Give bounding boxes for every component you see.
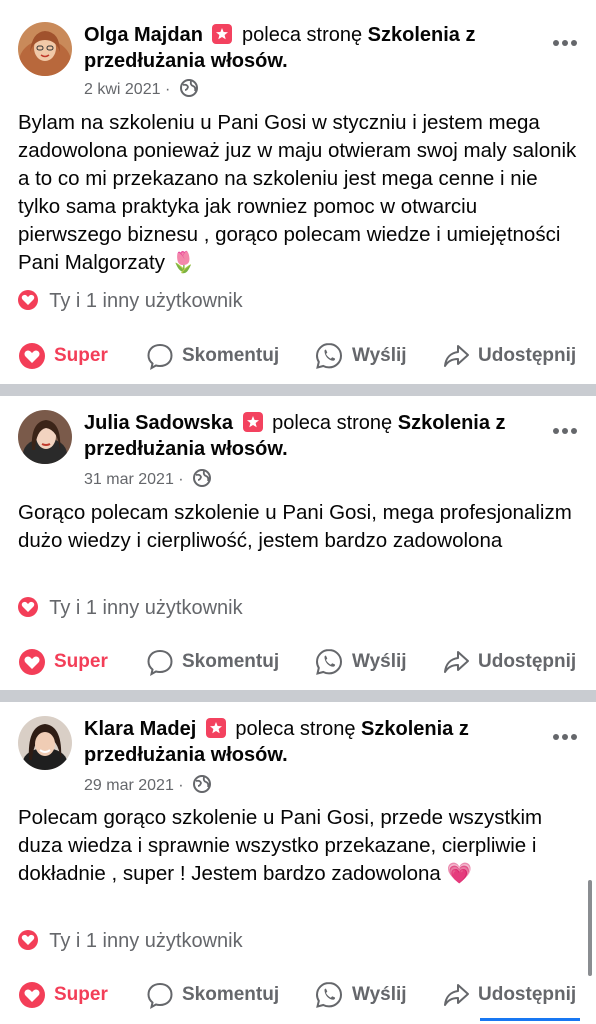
scrollbar[interactable] (588, 880, 592, 976)
reactions-summary[interactable]: Ty i 1 inny użytkownik (18, 596, 243, 620)
recommend-star-icon (242, 412, 263, 432)
super-label: Super (54, 651, 108, 672)
more-options-icon[interactable] (552, 728, 578, 740)
author-name[interactable]: Klara Madej (84, 718, 196, 740)
comment-button[interactable]: Skomentuj (146, 642, 279, 682)
send-button[interactable]: Wyślij (314, 975, 407, 1015)
heart-icon (18, 930, 38, 950)
comment-label: Skomentuj (182, 651, 280, 672)
post-card: Klara Madej poleca stronę Szkolenia z pr… (0, 702, 596, 1024)
globe-icon (179, 78, 199, 104)
comment-label: Skomentuj (182, 984, 280, 1005)
send-label: Wyślij (352, 984, 407, 1005)
comment-label: Skomentuj (182, 345, 280, 366)
super-button[interactable]: Super (18, 975, 108, 1015)
heart-icon (18, 597, 38, 617)
recommend-star-icon (212, 24, 233, 44)
post-header: Olga Majdan poleca stronę Szkolenia z pr… (84, 22, 524, 74)
globe-icon (192, 468, 212, 494)
post-divider (0, 384, 596, 396)
share-label: Udostępnij (478, 345, 577, 366)
globe-icon (192, 774, 212, 800)
post-card: Olga Majdan poleca stronę Szkolenia z pr… (0, 0, 596, 384)
author-name[interactable]: Julia Sadowska (84, 412, 233, 434)
post-header: Klara Madej poleca stronę Szkolenia z pr… (84, 716, 524, 768)
post-text-content: Bylam na szkoleniu u Pani Gosi w styczni… (18, 111, 577, 274)
tulip-emoji: 🌷 (170, 251, 197, 274)
send-label: Wyślij (352, 651, 407, 672)
reactions-summary[interactable]: Ty i 1 inny użytkownik (18, 929, 243, 953)
action-bar: Super Skomentuj Wyślij Udostępnij (0, 642, 596, 682)
post-date[interactable]: 31 mar 2021 · (84, 471, 184, 488)
reactions-label: Ty i 1 inny użytkownik (49, 597, 243, 619)
post-divider (0, 690, 596, 702)
avatar[interactable] (18, 22, 72, 76)
post-meta: 31 mar 2021 · (84, 468, 212, 494)
share-button[interactable]: Udostępnij (442, 975, 576, 1015)
super-label: Super (54, 345, 108, 366)
action-bar: Super Skomentuj Wyślij Udostępnij (0, 975, 596, 1015)
super-label: Super (54, 984, 108, 1005)
active-indicator (480, 1018, 580, 1021)
heart-emoji: 💗 (446, 862, 473, 885)
super-button[interactable]: Super (18, 336, 108, 376)
reactions-label: Ty i 1 inny użytkownik (49, 930, 243, 952)
share-button[interactable]: Udostępnij (442, 336, 576, 376)
post-date[interactable]: 29 mar 2021 · (84, 777, 184, 794)
post-date[interactable]: 2 kwi 2021 · (84, 81, 170, 98)
post-header: Julia Sadowska poleca stronę Szkolenia z… (84, 410, 524, 462)
post-card: Julia Sadowska poleca stronę Szkolenia z… (0, 396, 596, 690)
recommend-verb: poleca stronę (242, 24, 363, 46)
author-name[interactable]: Olga Majdan (84, 24, 203, 46)
more-options-icon[interactable] (552, 422, 578, 434)
super-button[interactable]: Super (18, 642, 108, 682)
send-button[interactable]: Wyślij (314, 336, 407, 376)
send-button[interactable]: Wyślij (314, 642, 407, 682)
comment-button[interactable]: Skomentuj (146, 975, 279, 1015)
action-bar: Super Skomentuj Wyślij Udostępnij (0, 336, 596, 376)
avatar[interactable] (18, 410, 72, 464)
send-label: Wyślij (352, 345, 407, 366)
post-text-content: Gorąco polecam szkolenie u Pani Gosi, me… (18, 501, 572, 552)
post-text: Bylam na szkoleniu u Pani Gosi w styczni… (18, 109, 578, 277)
avatar[interactable] (18, 716, 72, 770)
share-button[interactable]: Udostępnij (442, 642, 576, 682)
reactions-summary[interactable]: Ty i 1 inny użytkownik (18, 289, 243, 313)
share-label: Udostępnij (478, 984, 577, 1005)
recommend-verb: poleca stronę (272, 412, 393, 434)
heart-icon (18, 290, 38, 310)
post-text: Polecam gorąco szkolenie u Pani Gosi, pr… (18, 804, 578, 888)
comment-button[interactable]: Skomentuj (146, 336, 279, 376)
recommend-verb: poleca stronę (235, 718, 356, 740)
reactions-label: Ty i 1 inny użytkownik (49, 290, 243, 312)
recommend-star-icon (205, 718, 226, 738)
more-options-icon[interactable] (552, 34, 578, 46)
post-text: Gorąco polecam szkolenie u Pani Gosi, me… (18, 499, 578, 555)
post-meta: 29 mar 2021 · (84, 774, 212, 800)
post-meta: 2 kwi 2021 · (84, 78, 199, 104)
share-label: Udostępnij (478, 651, 577, 672)
